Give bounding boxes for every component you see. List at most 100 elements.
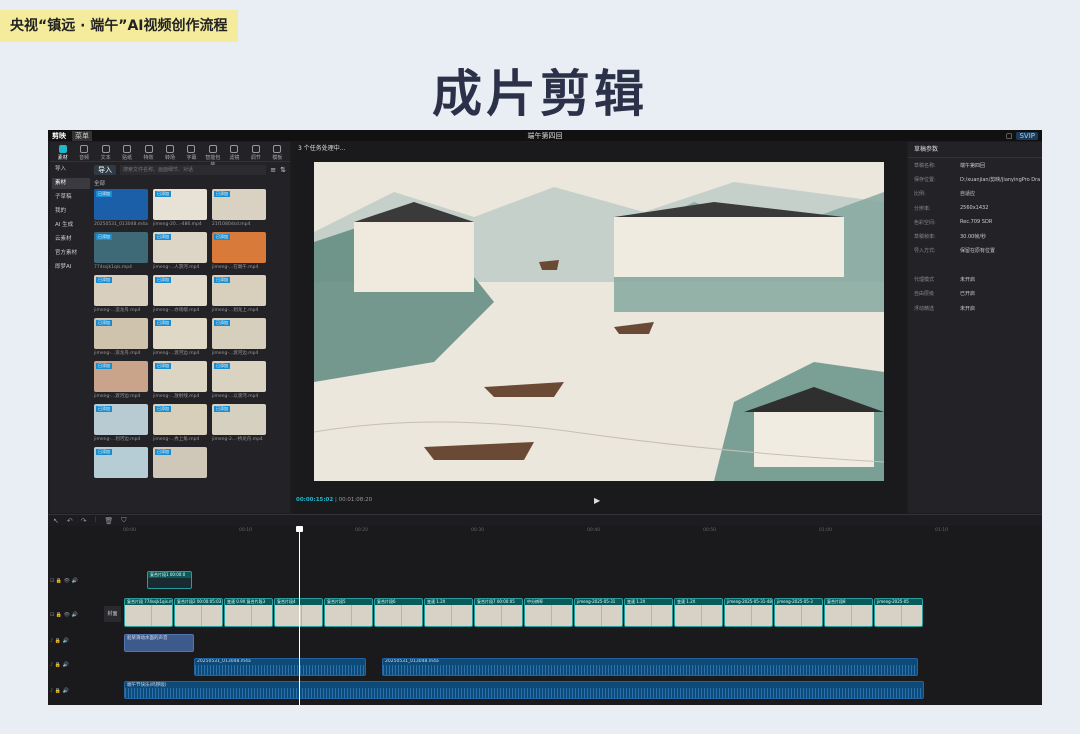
media-item[interactable]: 已添加 jimeng-...在端午.mp4	[212, 232, 266, 273]
tool-tab[interactable]: 转场	[161, 145, 178, 161]
video-clip[interactable]: 复合片段6	[374, 598, 423, 627]
media-grid: 已添加 20250531_013048.m4a 已添加 jimeng-20...-48…	[94, 189, 286, 488]
redo-icon[interactable]: ↷	[81, 517, 87, 525]
import-button[interactable]: 导入	[94, 164, 116, 175]
draft-param-row: 草稿名称: 端午第四回	[914, 162, 986, 169]
filter-icon[interactable]: ≡	[270, 166, 276, 174]
tool-tab[interactable]: 特效	[140, 145, 157, 161]
time-ruler: 00:00 00:10 00:20 00:30 00:40 00:50 01:00 01:10	[123, 526, 1042, 536]
sidebar-item[interactable]: 云素材	[52, 234, 90, 245]
sort-icon[interactable]: ⇅	[280, 166, 286, 174]
sidebar-item[interactable]: 素材	[52, 178, 90, 189]
cover-button[interactable]: 封面	[104, 606, 121, 622]
video-clip[interactable]: jimeng-2025-05-3	[774, 598, 823, 627]
video-clip[interactable]: 中分辨率	[524, 598, 573, 627]
video-clip[interactable]: jimeng-2025-05-31-486	[724, 598, 773, 627]
media-item[interactable]: 已添加 21f1080dsd.mp4	[212, 189, 266, 230]
media-item[interactable]: 已添加 774ssjk1qis.mp4	[94, 232, 148, 273]
media-panel: 素材音频文本贴纸特效转场字幕智能包装滤镜调节模板 导入素材子草稿我的AI 生成云…	[50, 142, 290, 513]
media-item[interactable]: 已添加 jimeng-...划河边.mp4	[94, 404, 148, 445]
title-bar: 剪映 菜单 端午第四回 ▢ SVIP	[48, 130, 1042, 141]
search-input[interactable]: 搜索文件名称、画面细节、对话	[120, 164, 267, 175]
tool-tab[interactable]: 字幕	[183, 145, 200, 161]
media-name: jimeng-...在端午.mp4	[212, 265, 259, 270]
media-item[interactable]: 已添加	[94, 447, 148, 488]
video-clip[interactable]: jimeng-2025-05	[874, 598, 923, 627]
media-thumbnail: 已添加	[94, 275, 148, 306]
draft-params-title: 草稿参数	[908, 142, 1042, 158]
tool-icon	[273, 145, 282, 153]
video-clip[interactable]: 复合片段8	[824, 598, 873, 627]
tool-tab[interactable]: 滤镜	[226, 145, 243, 161]
video-clip[interactable]: 复合片段5	[324, 598, 373, 627]
video-clip[interactable]: 变速 1.2X	[624, 598, 673, 627]
media-item[interactable]: 已添加 jimeng-...人游河.mp4	[153, 232, 207, 273]
media-sidebar: 导入素材子草稿我的 AI 生成云素材官方素材即梦AI	[52, 164, 90, 276]
slide-tag: 央视“镇远 · 端午”AI视频创作流程	[0, 10, 238, 42]
preview-frame	[314, 162, 884, 481]
media-item[interactable]: 已添加	[153, 447, 207, 488]
tool-tab[interactable]: 模板	[269, 145, 286, 161]
tool-tab[interactable]: 调节	[247, 145, 264, 161]
media-item[interactable]: 已添加 jimeng-...亦戏端.mp4	[153, 275, 207, 316]
media-name: jimeng-...划河边.mp4	[94, 437, 141, 442]
delete-icon[interactable]: 🗑	[104, 517, 113, 525]
media-item[interactable]: 已添加 jimeng-...划龙上.mp4	[212, 275, 266, 316]
sidebar-item[interactable]: AI 生成	[52, 220, 90, 231]
media-item[interactable]: 已添加 jimeng-20...-486.mp4	[153, 189, 207, 230]
draft-param-row: 保存位置: D:/xuanjian/剪映/JianyingPro Dra	[914, 176, 1041, 183]
media-item[interactable]: 已添加 jimeng-...渡河边.mp4	[94, 361, 148, 402]
video-clip[interactable]: 复合片段 774ssjk1qis.mp4	[124, 598, 173, 627]
audio-clip-b[interactable]: 20250531_013048.m4a	[382, 658, 918, 676]
music-clip[interactable]: 端午节快乐(鸣锣版)	[124, 681, 924, 699]
media-item[interactable]: 已添加 jimeng-...放射线.mp4	[153, 361, 207, 402]
tool-tab[interactable]: 贴纸	[118, 145, 135, 161]
media-item[interactable]: 已添加 jimeng-...浪龙舟.mp4	[94, 318, 148, 359]
sfx-clip[interactable]: 船桨滑动水面的声音	[124, 634, 194, 652]
select-tool-icon[interactable]: ↖	[53, 517, 59, 525]
video-clip[interactable]: 复合片段7 00:00:05	[474, 598, 523, 627]
video-clip[interactable]: jimeng-2025-05-31	[574, 598, 623, 627]
media-item[interactable]: 已添加 jimeng-2...-桥龙舟.mp4	[212, 404, 266, 445]
video-clip[interactable]: 变速 0.9X 复合片段3	[224, 598, 273, 627]
media-item[interactable]: 已添加 jimeng-...秀上角.mp4	[153, 404, 207, 445]
media-name: jimeng-...渡河边.mp4	[94, 394, 141, 399]
media-item[interactable]: 已添加 20250531_013048.m4a	[94, 189, 148, 230]
media-library: 导入 搜索文件名称、画面细节、对话 ≡ ⇅ 全部 已添加 20250531_013…	[94, 164, 286, 488]
media-item[interactable]: 已添加 jimeng-...以渡河.mp4	[212, 361, 266, 402]
tool-icon	[123, 145, 132, 153]
shield-icon[interactable]: ⛉	[121, 516, 126, 525]
undo-icon[interactable]: ↶	[67, 517, 73, 525]
sidebar-item[interactable]: 官方素材	[52, 248, 90, 259]
overlay-clip[interactable]: 复合片段1 00:00:0	[147, 571, 192, 589]
sidebar-item[interactable]: 子草稿	[52, 192, 90, 203]
audio-clip-a[interactable]: 20250531_013048.m4a	[194, 658, 366, 676]
sidebar-item[interactable]: 我的	[52, 206, 90, 217]
playhead[interactable]	[296, 526, 303, 705]
tool-tab[interactable]: 智能包装	[204, 145, 221, 168]
tool-tab[interactable]: 素材	[54, 145, 71, 161]
video-clip[interactable]: 复合片段2 00:00:05:03	[174, 598, 223, 627]
split-icon[interactable]: ⫶	[95, 516, 97, 525]
media-thumbnail: 已添加	[94, 232, 148, 263]
media-name: jimeng-...秀上角.mp4	[153, 437, 200, 442]
sidebar-item[interactable]: 即梦AI	[52, 262, 90, 273]
media-item[interactable]: 已添加 jimeng-...渡河边.mp4	[153, 318, 207, 359]
media-item[interactable]: 已添加 jimeng-...渡河边.mp4	[212, 318, 266, 359]
video-clip[interactable]: 变速 1.2X	[674, 598, 723, 627]
media-name: jimeng-...造龙舟.mp4	[94, 308, 141, 313]
layout-icon[interactable]: ▢	[1006, 132, 1013, 140]
media-name: 21f1080dsd.mp4	[212, 222, 251, 227]
draft-param-row: 分辨率: 2560x1432	[914, 205, 989, 212]
video-clip[interactable]: 变速 1.2X	[424, 598, 473, 627]
editor-window: 剪映 菜单 端午第四回 ▢ SVIP 素材音频文本贴纸特效转场字幕智能包装滤镜调…	[48, 130, 1042, 705]
media-thumbnail: 已添加	[94, 447, 148, 478]
svip-badge[interactable]: SVIP	[1016, 131, 1038, 140]
sidebar-item[interactable]: 导入	[52, 164, 90, 175]
all-filter-label[interactable]: 全部	[94, 179, 286, 187]
draft-param-row: 自由层级 已开启	[914, 291, 976, 298]
play-icon[interactable]: ▶	[594, 496, 600, 505]
tool-tab[interactable]: 音频	[75, 145, 92, 161]
tool-tab[interactable]: 文本	[97, 145, 114, 161]
media-item[interactable]: 已添加 jimeng-...造龙舟.mp4	[94, 275, 148, 316]
